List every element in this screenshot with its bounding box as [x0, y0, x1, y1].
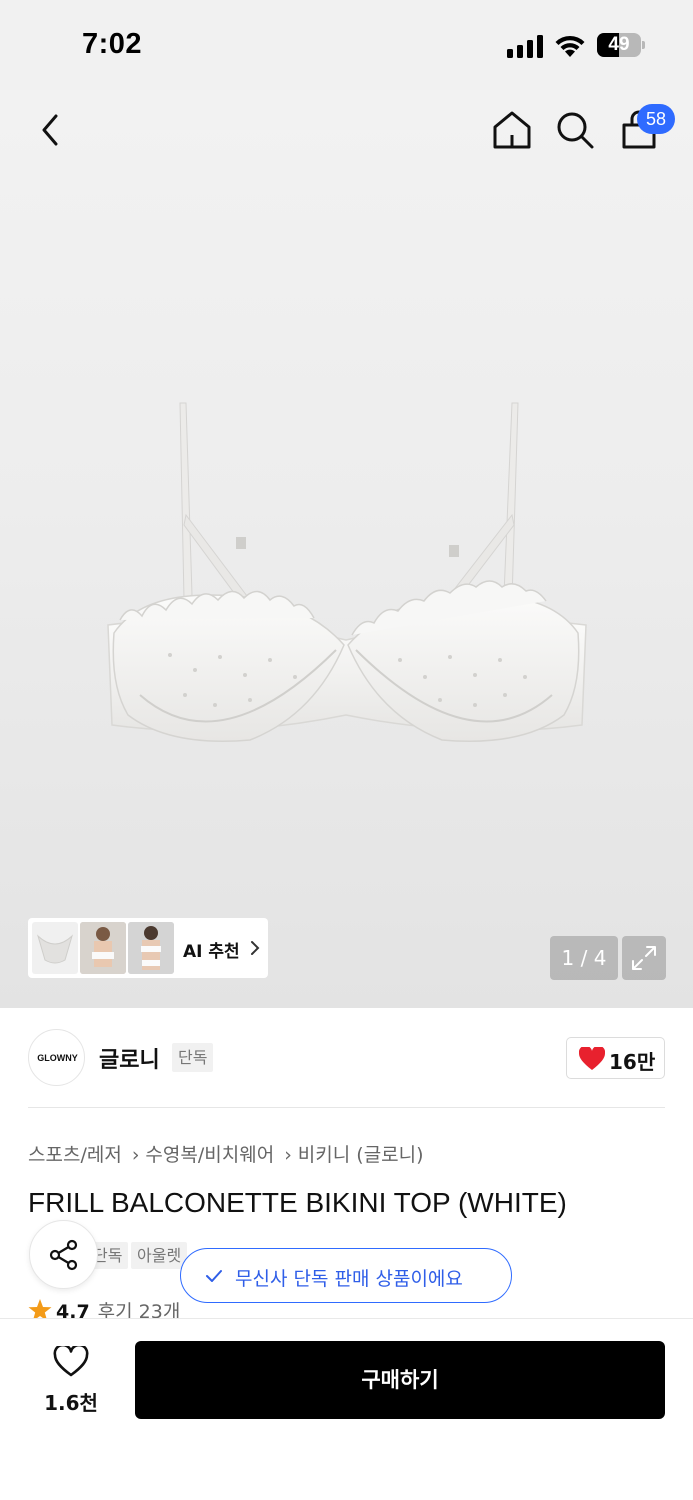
product-gallery[interactable]: 58 AI 추천 1 / 4 [0, 90, 693, 1008]
chevron-right-icon [251, 941, 260, 955]
ai-thumbnail-1[interactable] [32, 922, 78, 974]
chevron-right-icon: › [131, 1144, 140, 1166]
home-icon[interactable] [490, 108, 534, 152]
exclusive-toast: 무신사 단독 판매 상품이에요 [180, 1248, 512, 1303]
divider [28, 1107, 665, 1108]
product-tag: 아울렛 [131, 1242, 188, 1269]
bottom-action-bar: 1.6천 구매하기 [0, 1318, 693, 1500]
cart-count-badge: 58 [637, 104, 675, 134]
ai-thumbnail-2[interactable] [80, 922, 126, 974]
battery-level: 49 [608, 34, 630, 55]
signal-icon [507, 34, 543, 58]
chevron-right-icon: › [284, 1144, 292, 1166]
breadcrumb: 스포츠/레저 › 수영복/비치웨어 › 비키니 (글로니) [28, 1140, 424, 1167]
status-time: 7:02 [82, 28, 143, 60]
breadcrumb-item[interactable]: 수영복/비치웨어 [145, 1144, 274, 1166]
breadcrumb-item[interactable]: 스포츠/레저 [28, 1144, 122, 1166]
expand-icon [632, 946, 656, 970]
ai-thumbnail-3[interactable] [128, 922, 174, 974]
share-button[interactable] [29, 1220, 98, 1289]
brand-exclusive-tag: 단독 [172, 1043, 214, 1072]
ai-recommend-card[interactable]: AI 추천 [28, 918, 268, 978]
heart-filled-icon [579, 1047, 605, 1070]
ai-recommend-label: AI 추천 [183, 942, 240, 962]
back-icon[interactable] [30, 108, 74, 152]
brand-logo-text: GLOWNY [37, 1053, 78, 1063]
wifi-icon [555, 35, 585, 57]
toast-text: 무신사 단독 판매 상품이에요 [235, 1268, 463, 1290]
wishlist-button[interactable]: 1.6천 [34, 1343, 110, 1417]
share-icon [49, 1239, 78, 1271]
buy-button[interactable]: 구매하기 [135, 1341, 665, 1419]
breadcrumb-item[interactable]: 비키니 (글로니) [298, 1144, 424, 1166]
brand-like-count: 16만 [609, 1050, 656, 1074]
product-title: FRILL BALCONETTE BIKINI TOP (WHITE) [28, 1187, 567, 1218]
expand-button[interactable] [622, 936, 666, 980]
heart-outline-icon [53, 1346, 89, 1377]
search-icon[interactable] [553, 108, 597, 152]
brand-name[interactable]: 글로니 [99, 1042, 160, 1074]
product-image[interactable] [100, 395, 592, 755]
brand-logo[interactable]: GLOWNY [28, 1029, 85, 1086]
image-counter: 1 / 4 [550, 936, 618, 980]
wishlist-count: 1.6천 [44, 1391, 98, 1415]
check-icon [206, 1270, 222, 1282]
status-bar: 7:02 49 [0, 0, 693, 90]
brand-like-button[interactable]: 16만 [566, 1037, 665, 1079]
battery-icon: 49 [597, 33, 645, 57]
